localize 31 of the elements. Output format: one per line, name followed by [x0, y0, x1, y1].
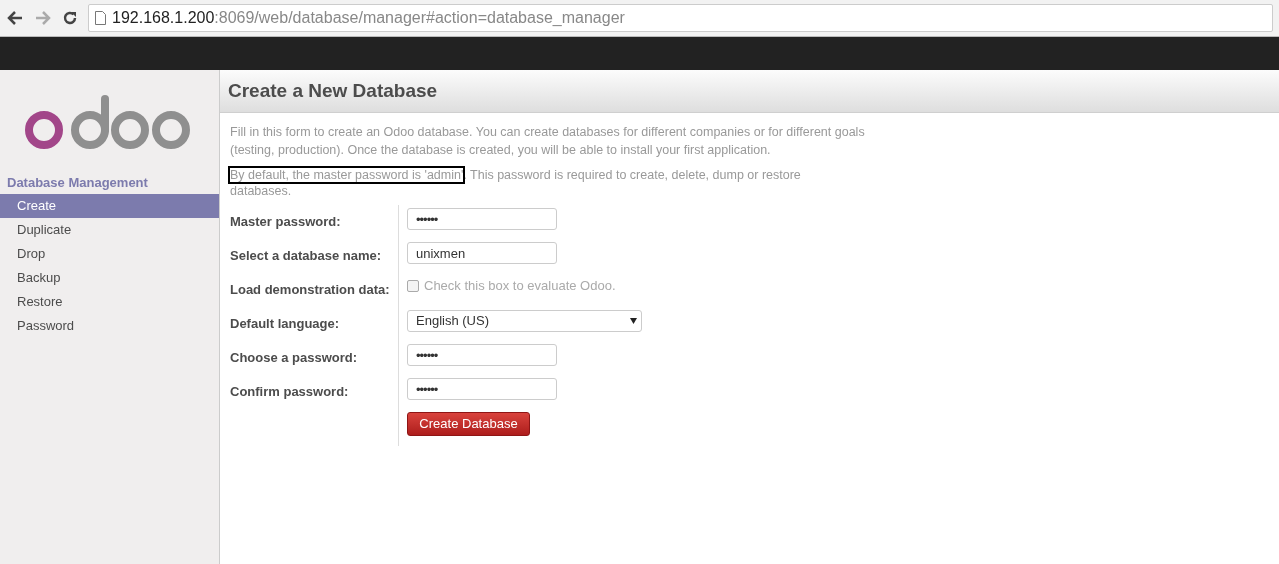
create-database-button[interactable]: Create Database [407, 412, 530, 436]
password-field[interactable]: •••••• [407, 208, 557, 230]
password-field[interactable]: •••••• [407, 344, 557, 366]
sidebar-item[interactable]: Password [0, 314, 219, 338]
password-field[interactable]: •••••• [407, 378, 557, 400]
sidebar-item[interactable]: Duplicate [0, 218, 219, 242]
page-title: Create a New Database [228, 78, 438, 103]
sidebar-item[interactable]: Restore [0, 290, 219, 314]
field-label: Load demonstration data: [230, 281, 391, 299]
url-host: 192.168.1.200 [112, 9, 215, 26]
sidebar-heading: Database Management [6, 174, 149, 192]
checkbox-hint: Check this box to evaluate Odoo. [424, 277, 616, 295]
checkbox[interactable] [407, 279, 419, 292]
address-bar[interactable]: 192.168.1.200:8069/web/database/manager#action=database_manager [88, 4, 1273, 32]
sidebar-item[interactable]: Drop [0, 242, 219, 266]
field-label: Select a database name: [230, 247, 383, 265]
sidebar-item[interactable]: Backup [0, 266, 219, 290]
text-field[interactable]: unixmen [407, 242, 557, 264]
field-label: Master password: [230, 213, 342, 231]
url-path: :8069/web/database/manager#action=database_manager [214, 9, 625, 26]
page-icon [95, 11, 106, 25]
field-label: Choose a password: [230, 349, 359, 367]
dropdown-caret-icon [630, 318, 637, 324]
field-label: Default language: [230, 315, 341, 333]
intro-text: Fill in this form to create an Odoo database. You can create databases for different companies or for different goals (testing, production). Once the database is created, you will be able to install your first application. [230, 124, 866, 159]
field-label: Confirm password: [230, 383, 350, 401]
sidebar-item[interactable]: Create [0, 194, 219, 218]
language-select[interactable]: English (US) [407, 310, 642, 332]
back-icon[interactable] [6, 10, 24, 26]
reload-icon[interactable] [62, 10, 78, 26]
master-password-note: By default, the master password is 'admin'. This password is required to create, delete, dump or restore databases. [230, 167, 802, 199]
